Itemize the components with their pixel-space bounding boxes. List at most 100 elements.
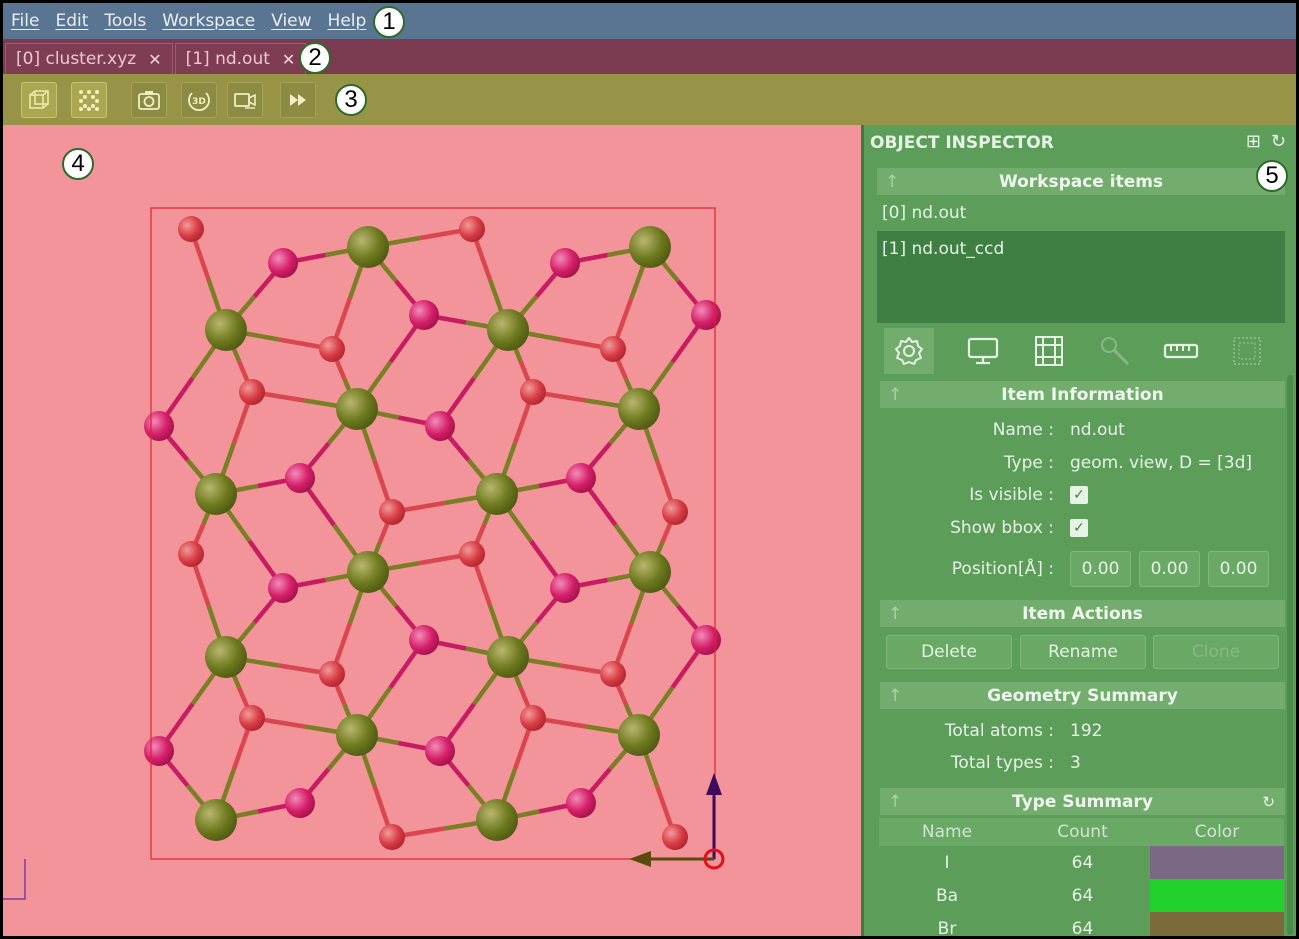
table-header-row: Name Count Color: [879, 818, 1284, 846]
workspace-items-header[interactable]: ↑ Workspace items: [877, 168, 1285, 195]
tab-display[interactable]: [950, 328, 1016, 374]
menu-file[interactable]: File: [11, 11, 39, 31]
atom-ba: [336, 388, 378, 430]
total-types-row: Total types : 3: [864, 748, 1284, 778]
rename-button[interactable]: Rename: [1020, 635, 1146, 669]
3d-rotate-button[interactable]: 3D: [181, 82, 217, 118]
type-color-swatch[interactable]: [1150, 846, 1284, 879]
collapse-arrow-icon[interactable]: ↑: [888, 604, 902, 624]
atom-ba: [487, 309, 529, 351]
atom-i: [425, 736, 455, 766]
inspector-scrollbar[interactable]: [1287, 375, 1293, 935]
ortho-view-button[interactable]: [21, 82, 57, 118]
table-row[interactable]: I 64: [879, 846, 1284, 879]
marker-3: 3: [335, 84, 367, 116]
fast-forward-icon: [290, 94, 306, 106]
type-label: Type :: [1003, 453, 1054, 473]
collapse-arrow-icon[interactable]: ↑: [888, 385, 902, 405]
molecule-structure-view[interactable]: [3, 125, 861, 939]
tab-measure[interactable]: [1148, 328, 1214, 374]
marker-5: 5: [1256, 160, 1288, 192]
atom-i: [409, 625, 439, 655]
svg-text:3D: 3D: [192, 97, 206, 107]
atom-br: [459, 541, 485, 567]
collapse-arrow-icon[interactable]: ↑: [885, 172, 899, 192]
atoms-selection-button[interactable]: [71, 82, 107, 118]
close-icon[interactable]: ✕: [282, 50, 295, 69]
tab-cluster-xyz[interactable]: [0] cluster.xyz ✕: [5, 43, 173, 74]
total-types-label: Total types :: [950, 753, 1054, 773]
total-types-value: 3: [1070, 753, 1081, 773]
atom-ba: [629, 551, 671, 593]
atom-i: [285, 463, 315, 493]
tab-nd-out[interactable]: [1] nd.out ✕: [174, 43, 307, 74]
menu-workspace[interactable]: Workspace: [162, 11, 255, 31]
atom-ba: [347, 551, 389, 593]
collapse-arrow-icon[interactable]: ↑: [888, 792, 902, 812]
atom-ba: [476, 473, 518, 515]
atom-ba: [347, 226, 389, 268]
bbox-label: Show bbox :: [950, 518, 1054, 538]
section-title: Geometry Summary: [987, 685, 1178, 706]
type-count: 64: [1071, 885, 1094, 906]
position-z-input[interactable]: 0.00: [1208, 551, 1269, 587]
type-summary-header[interactable]: ↑ Type Summary ↻: [880, 788, 1285, 815]
menu-tools[interactable]: Tools: [104, 11, 146, 31]
tab-selection: [1214, 328, 1280, 374]
bbox-checkbox[interactable]: ✓: [1070, 519, 1088, 537]
clone-button: Clone: [1153, 635, 1279, 669]
collapse-arrow-icon[interactable]: ↑: [888, 686, 902, 706]
position-label: Position[Å] :: [951, 559, 1054, 579]
table-row[interactable]: Br 64: [879, 912, 1284, 936]
atom-ba: [195, 473, 237, 515]
ruler-icon: [1163, 343, 1199, 359]
list-item[interactable]: [0] nd.out: [877, 195, 1285, 231]
type-color-swatch[interactable]: [1150, 879, 1284, 912]
close-icon[interactable]: ✕: [148, 50, 161, 69]
atom-br: [178, 216, 204, 242]
position-row: Position[Å] : 0.00 0.00 0.00: [864, 549, 1284, 589]
toolbar: 3D: [3, 74, 1296, 125]
atoms-selection-icon: [79, 90, 99, 111]
type-name: I: [944, 852, 950, 873]
position-y-input[interactable]: 0.00: [1139, 551, 1200, 587]
atom-br: [662, 824, 688, 850]
screenshot-button[interactable]: [131, 82, 167, 118]
type-count: 64: [1071, 852, 1094, 873]
name-label: Name :: [992, 420, 1054, 440]
item-information-header[interactable]: ↑ Item Information: [880, 381, 1285, 408]
atom-i: [409, 300, 439, 330]
geometry-summary-header[interactable]: ↑ Geometry Summary: [880, 682, 1285, 709]
menu-edit[interactable]: Edit: [55, 11, 88, 31]
tab-label: [1] nd.out: [185, 49, 270, 69]
atom-br: [239, 705, 265, 731]
atom-br: [239, 379, 265, 405]
atom-br: [178, 541, 204, 567]
tab-cell[interactable]: [1016, 328, 1082, 374]
position-x-input[interactable]: 0.00: [1070, 551, 1131, 587]
item-actions-header[interactable]: ↑ Item Actions: [880, 600, 1285, 627]
record-video-button[interactable]: [227, 82, 263, 118]
play-forward-button[interactable]: [280, 82, 316, 118]
atom-ba: [205, 636, 247, 678]
type-color-swatch[interactable]: [1150, 912, 1284, 936]
delete-button[interactable]: Delete: [886, 635, 1012, 669]
section-title: Item Actions: [1022, 603, 1143, 624]
refresh-icon[interactable]: ↻: [1271, 131, 1286, 152]
visible-checkbox[interactable]: ✓: [1070, 486, 1088, 504]
menu-help[interactable]: Help: [328, 11, 367, 31]
refresh-icon[interactable]: ↻: [1262, 793, 1275, 811]
axis-x-arrow: [629, 851, 651, 867]
marker-4: 4: [62, 148, 94, 180]
menu-view[interactable]: View: [271, 11, 311, 31]
tab-settings[interactable]: [884, 328, 934, 374]
monitor-icon: [967, 337, 999, 365]
atom-ba: [618, 714, 660, 756]
table-row[interactable]: Ba 64: [879, 879, 1284, 912]
3d-viewport[interactable]: [3, 125, 861, 939]
total-atoms-row: Total atoms : 192: [864, 716, 1284, 746]
list-item[interactable]: [1] nd.out_ccd: [877, 231, 1285, 267]
section-title: Type Summary: [1012, 791, 1153, 812]
add-item-icon[interactable]: ⊞: [1246, 131, 1261, 152]
atom-ba: [629, 226, 671, 268]
